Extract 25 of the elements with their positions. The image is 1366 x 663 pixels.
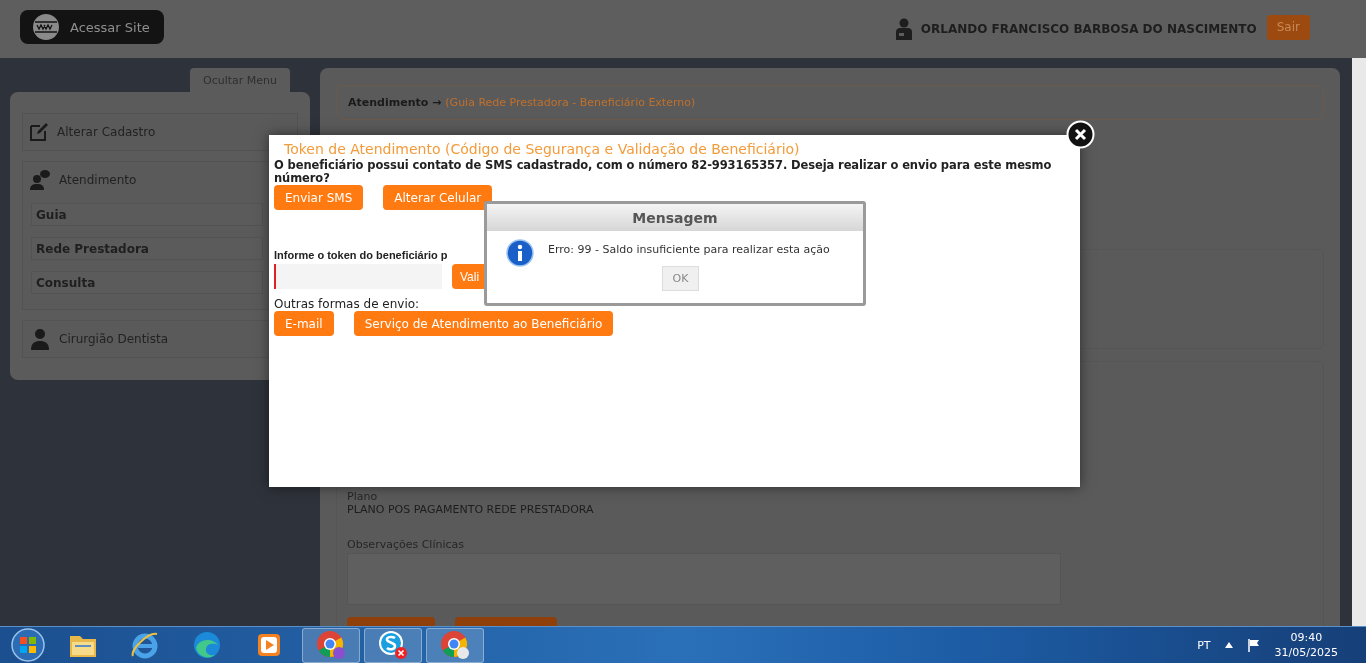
token-label: Informe o token do beneficiário p: [274, 249, 448, 261]
user-name: ORLANDO FRANCISCO BARBOSA DO NASCIMENTO: [920, 22, 1257, 36]
language-indicator[interactable]: PT: [1197, 638, 1211, 652]
field-value: PLANO POS PAGAMENTO REDE PRESTADORA: [347, 503, 595, 516]
send-option-button[interactable]: Serviço de Atendimento ao Beneficiário: [353, 311, 614, 336]
submenu-item[interactable]: Guia: [31, 203, 263, 226]
sidebar-item[interactable]: Atendimento: [23, 162, 143, 198]
breadcrumb-path: (Guia Rede Prestadora - Beneficiário Externo): [445, 96, 696, 109]
clock[interactable]: 09:40 31/05/2025: [1274, 630, 1338, 660]
send-option-button[interactable]: E-mail: [274, 311, 334, 336]
site-button[interactable]: Acessar Site: [20, 10, 164, 44]
sms-button[interactable]: Alterar Celular: [383, 185, 493, 210]
clock-time: 09:40: [1290, 630, 1323, 645]
breadcrumb-section: Atendimento →: [348, 96, 442, 109]
clock-date: 31/05/2025: [1274, 645, 1338, 660]
logout-button[interactable]: Sair: [1266, 14, 1310, 40]
submenu-item[interactable]: Consulta: [31, 271, 263, 294]
other-options-label: Outras formas de envio:: [274, 297, 421, 311]
message-title: Mensagem: [487, 204, 863, 231]
message-text: Erro: 99 - Saldo insuficiente para realizar esta ação: [548, 243, 830, 256]
ok-button[interactable]: OK: [662, 266, 699, 291]
sms-button[interactable]: Enviar SMS: [274, 185, 364, 210]
submenu-item[interactable]: Rede Prestadora: [31, 237, 263, 260]
dialog-message: O beneficiário possui contato de SMS cadastrado, com o número 82-993165357. Deseja realizar o envio para este mesmo número?: [274, 159, 1053, 185]
dialog-title: Token de Atendimento (Código de Segurança e Validação de Beneficiário): [284, 140, 801, 158]
